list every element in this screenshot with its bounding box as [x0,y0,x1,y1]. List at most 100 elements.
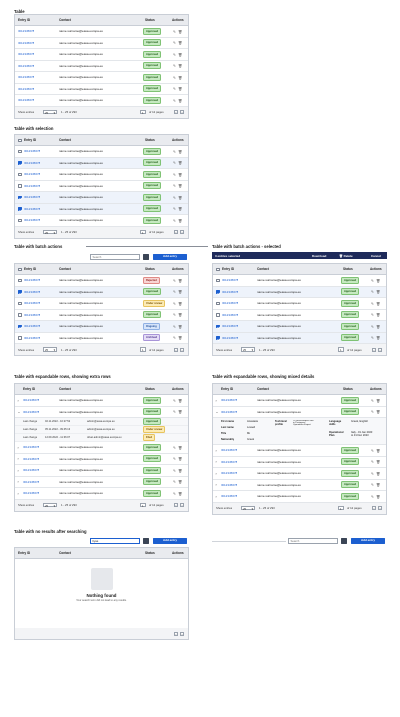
edit-icon[interactable]: ✎ [371,449,374,453]
prev-page-button[interactable]: ‹ [174,110,178,114]
page-size-select[interactable]: 25 ▾ [241,347,255,352]
trash-icon[interactable]: 🗑 [376,302,380,306]
page-input[interactable]: 1 [338,347,344,352]
entry-id-link[interactable]: ID12345678 [222,290,238,294]
page-input[interactable]: 1 [140,347,146,352]
trash-icon[interactable]: 🗑 [376,325,380,329]
entry-id-link[interactable]: ID12345678 [24,336,40,340]
col-entry-id[interactable]: Entry ID [18,18,30,22]
edit-icon[interactable]: ✎ [173,219,176,223]
edit-icon[interactable]: ✎ [173,410,176,414]
entry-id-link[interactable]: ID12345678 [222,301,238,305]
trash-icon[interactable]: 🗑 [178,41,182,45]
trash-icon[interactable]: 🗑 [178,64,182,68]
chevron-right-icon[interactable]: › [216,449,217,453]
edit-icon[interactable]: ✎ [173,53,176,57]
page-input[interactable]: 1 [338,505,344,511]
trash-icon[interactable]: 🗑 [376,449,380,453]
trash-icon[interactable]: 🗑 [178,196,182,200]
row-checkbox[interactable] [18,278,22,283]
entry-id-link[interactable]: ID12345678 [24,324,40,328]
page-size-select[interactable]: 25 ▾ [43,347,57,352]
filter-button[interactable] [143,538,149,544]
edit-icon[interactable]: ✎ [371,302,374,306]
row-checkbox[interactable] [216,278,220,283]
entry-id-link[interactable]: ID12345678 [222,313,238,317]
entry-id-link[interactable]: ID12345678 [24,161,40,165]
trash-icon[interactable]: 🗑 [178,457,182,461]
trash-icon[interactable]: 🗑 [178,302,182,306]
entry-id-link[interactable]: ID12345678 [18,98,34,102]
edit-icon[interactable]: ✎ [371,472,374,476]
next-page-button[interactable]: › [378,347,382,352]
entry-id-link[interactable]: ID12345678 [23,491,39,495]
trash-icon[interactable]: 🗑 [178,207,182,211]
prev-page-button[interactable]: ‹ [372,506,376,510]
edit-icon[interactable]: ✎ [371,336,374,340]
entry-id-link[interactable]: ID12345678 [24,184,40,188]
edit-icon[interactable]: ✎ [173,87,176,91]
trash-icon[interactable]: 🗑 [178,30,182,34]
page-input[interactable]: 1 [140,502,146,508]
next-page-button[interactable]: › [180,631,184,636]
chevron-right-icon[interactable]: › [18,492,19,496]
row-checkbox[interactable] [216,301,220,306]
entry-id-link[interactable]: ID12345678 [24,207,40,211]
entry-id-link[interactable]: ID12345678 [221,460,237,464]
select-all-checkbox[interactable] [18,138,22,143]
entry-id-link[interactable]: ID12345678 [18,87,34,91]
trash-icon[interactable]: 🗑 [178,87,182,91]
edit-icon[interactable]: ✎ [173,457,176,461]
edit-icon[interactable]: ✎ [173,207,176,211]
page-input[interactable]: 1 [140,229,146,235]
entry-id-link[interactable]: ID12345678 [222,278,238,282]
trash-icon[interactable]: 🗑 [178,290,182,294]
chevron-right-icon[interactable]: › [18,399,19,403]
edit-icon[interactable]: ✎ [173,446,176,450]
trash-icon[interactable]: 🗑 [178,410,182,414]
trash-icon[interactable]: 🗑 [376,495,380,499]
chevron-down-icon[interactable]: ⌄ [216,410,219,414]
chevron-right-icon[interactable]: › [18,480,19,484]
row-checkbox[interactable] [18,161,22,165]
entry-id-link[interactable]: ID12345678 [18,41,34,45]
edit-icon[interactable]: ✎ [173,184,176,188]
trash-icon[interactable]: 🗑 [178,325,182,329]
edit-icon[interactable]: ✎ [371,495,374,499]
entry-id-link[interactable]: ID12345678 [24,218,40,222]
select-all-checkbox[interactable] [18,267,22,272]
entry-id-link[interactable]: ID12345678 [24,195,40,199]
chevron-right-icon[interactable]: › [18,469,19,473]
entry-id-link[interactable]: ID12345678 [221,410,237,414]
entry-id-link[interactable]: ID12345678 [23,480,39,484]
trash-icon[interactable]: 🗑 [178,99,182,103]
entry-id-link[interactable]: ID12345678 [24,301,40,305]
trash-icon[interactable]: 🗑 [178,53,182,57]
chevron-right-icon[interactable]: › [216,472,217,476]
row-checkbox[interactable] [18,172,22,177]
row-checkbox[interactable] [216,313,220,317]
page-input[interactable]: 1 [140,109,146,115]
edit-icon[interactable]: ✎ [173,336,176,340]
entry-id-link[interactable]: ID12345678 [23,468,39,472]
edit-icon[interactable]: ✎ [173,173,176,177]
edit-icon[interactable]: ✎ [173,279,176,283]
add-entry-button[interactable]: Add entry [153,538,187,544]
entry-id-link[interactable]: ID12345678 [222,336,238,340]
edit-icon[interactable]: ✎ [173,150,176,154]
trash-icon[interactable]: 🗑 [376,290,380,294]
entry-id-link[interactable]: ID12345678 [18,64,34,68]
trash-icon[interactable]: 🗑 [178,184,182,188]
prev-page-button[interactable]: ‹ [174,631,178,636]
col-entry-id[interactable]: Entry ID [24,138,36,142]
edit-icon[interactable]: ✎ [371,313,374,317]
chevron-right-icon[interactable]: › [216,399,217,403]
trash-icon[interactable]: 🗑 [178,279,182,283]
add-entry-button[interactable]: Add entry [153,254,187,260]
edit-icon[interactable]: ✎ [173,302,176,306]
edit-icon[interactable]: ✎ [371,399,374,403]
edit-icon[interactable]: ✎ [173,290,176,294]
download-button[interactable]: Download [312,254,326,258]
row-checkbox[interactable] [18,184,22,188]
entry-id-link[interactable]: ID12345678 [23,398,39,402]
